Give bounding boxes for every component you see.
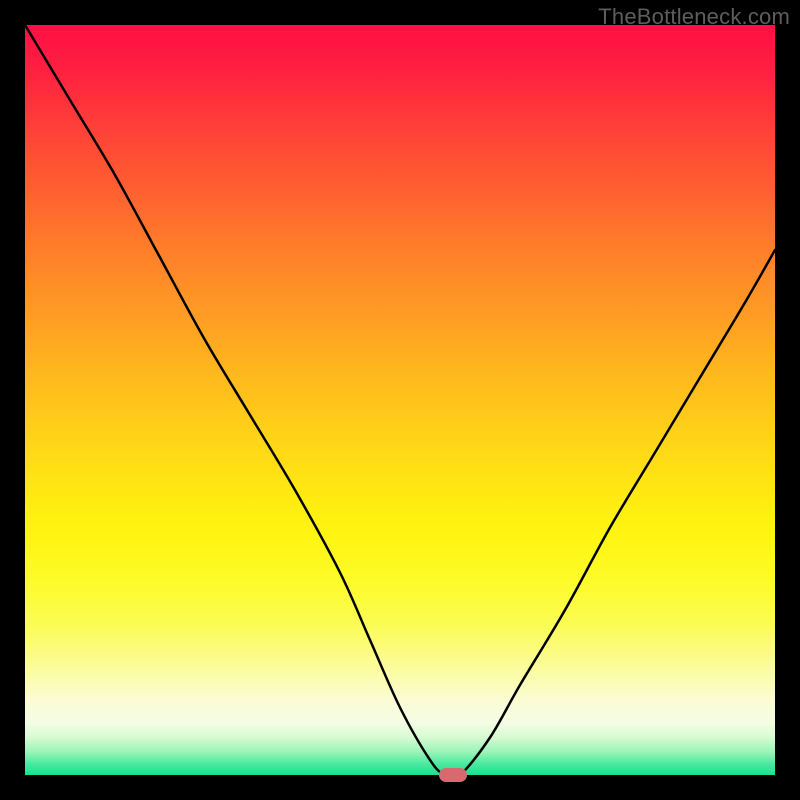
- curve-path: [25, 25, 775, 775]
- optimal-point-marker: [439, 768, 467, 782]
- bottleneck-curve: [25, 25, 775, 775]
- plot-area: [25, 25, 775, 775]
- chart-frame: TheBottleneck.com: [0, 0, 800, 800]
- watermark-text: TheBottleneck.com: [598, 4, 790, 30]
